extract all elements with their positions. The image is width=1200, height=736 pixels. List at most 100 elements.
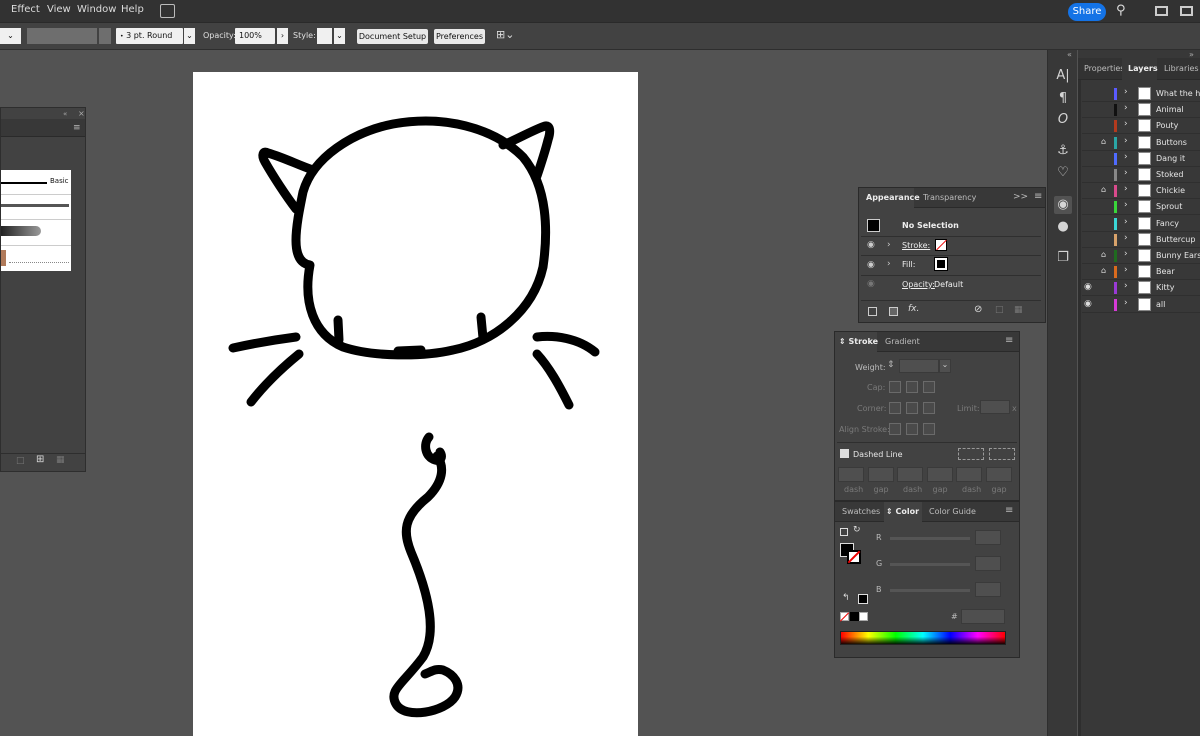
layer-expand-chevron-icon[interactable]: › [1124, 265, 1128, 275]
layer-expand-chevron-icon[interactable]: › [1124, 249, 1128, 259]
tab-gradient[interactable]: Gradient [885, 337, 920, 346]
tab-stroke[interactable]: ⇕ Stroke [839, 337, 878, 346]
black-quick-swatch[interactable] [850, 612, 859, 621]
expand-panels-icon[interactable]: « [1067, 50, 1072, 59]
layer-lock-icon[interactable]: ⌂ [1101, 250, 1106, 259]
delete-brush-icon[interactable]: ▦ [56, 455, 65, 465]
layer-row[interactable]: ⌂ › Buttons [1082, 135, 1200, 151]
tab-layers[interactable]: Layers [1128, 64, 1158, 73]
swap-colors-icon[interactable]: ↻ [853, 525, 861, 535]
layer-name[interactable]: Animal [1156, 105, 1184, 114]
stroke-color-box[interactable] [847, 550, 861, 564]
workspace-switcher-icon[interactable] [1155, 6, 1168, 16]
layer-name[interactable]: Pouty [1156, 121, 1178, 130]
stroke-color-dropdown[interactable]: ⌄ [0, 28, 21, 44]
white-quick-swatch[interactable] [859, 612, 868, 621]
layer-expand-chevron-icon[interactable]: › [1124, 298, 1128, 308]
layer-row[interactable]: › Animal [1082, 102, 1200, 118]
tab-color[interactable]: ⇕ Color [886, 507, 919, 516]
color-spectrum[interactable] [840, 631, 1006, 645]
layer-row[interactable]: ⌂ › Chickie [1082, 183, 1200, 199]
out-of-gamut-icon[interactable]: ↰ [842, 593, 850, 603]
layer-row[interactable]: › Dang it [1082, 151, 1200, 167]
layer-expand-chevron-icon[interactable]: › [1124, 152, 1128, 162]
artboard[interactable] [193, 72, 638, 736]
character-styles-icon[interactable]: ⚓ [1054, 142, 1072, 160]
opacity-field[interactable]: 100% [235, 28, 275, 44]
brush-pattern-stroke[interactable] [1, 250, 6, 266]
brush-definition-field[interactable]: • 3 pt. Round [116, 28, 183, 44]
red-input[interactable] [975, 530, 1001, 545]
layer-row[interactable]: › Fancy [1082, 216, 1200, 232]
add-effect-fx-icon[interactable]: fx. [908, 304, 919, 314]
panel-menu-icon[interactable]: ≡ [1005, 335, 1013, 346]
menu-window[interactable]: Window [77, 4, 116, 15]
stroke-visibility-eye-icon[interactable]: ◉ [867, 240, 875, 250]
projecting-cap-button[interactable] [923, 381, 935, 393]
layer-row[interactable]: › Buttercup [1082, 232, 1200, 248]
opacity-label[interactable]: Opacity: [203, 31, 236, 40]
panel-menu-icon[interactable]: ≡ [73, 123, 81, 133]
arrange-icon[interactable]: ⊞⌄ [496, 28, 514, 41]
layer-name[interactable]: all [1156, 300, 1165, 309]
kitty-drawing[interactable] [193, 72, 638, 736]
web-safe-swatch[interactable] [858, 594, 868, 604]
graphic-style-swatch[interactable] [317, 28, 332, 44]
brush-basic-stroke[interactable] [1, 182, 47, 184]
layer-name[interactable]: Stoked [1156, 170, 1183, 179]
align-inside-button[interactable] [906, 423, 918, 435]
gap-input[interactable] [985, 467, 1012, 482]
weight-input[interactable] [899, 359, 939, 373]
opacity-row-label[interactable]: Opacity: [902, 280, 935, 289]
layer-name[interactable]: Buttercup [1156, 235, 1195, 244]
miter-join-button[interactable] [889, 402, 901, 414]
brush-bristle-stroke[interactable] [1, 226, 41, 236]
variable-width-profile[interactable] [27, 28, 97, 44]
layer-row[interactable]: › Pouty [1082, 118, 1200, 134]
menu-help[interactable]: Help [121, 4, 144, 15]
brush-dotted-stroke[interactable] [9, 262, 69, 263]
paragraph-icon[interactable]: ¶ [1054, 90, 1072, 108]
opacity-chevron-icon[interactable]: › [277, 28, 288, 44]
layer-row[interactable]: ⌂ › Bear [1082, 264, 1200, 280]
blue-input[interactable] [975, 582, 1001, 597]
align-center-button[interactable] [889, 423, 901, 435]
panel-menu-icon[interactable]: ≡ [1005, 505, 1013, 516]
dash-input[interactable] [897, 467, 923, 482]
tab-libraries[interactable]: Libraries [1164, 64, 1199, 73]
layer-visibility-eye-icon[interactable]: ◉ [1084, 299, 1092, 309]
brush-library-icon[interactable]: □ [16, 456, 25, 466]
layer-lock-icon[interactable]: ⌂ [1101, 185, 1106, 194]
tab-appearance[interactable]: Appearance [866, 193, 920, 202]
layer-name[interactable]: What the heck [1156, 89, 1200, 98]
none-quick-swatch[interactable] [839, 612, 850, 622]
dashed-line-checkbox[interactable] [840, 449, 849, 458]
layer-row[interactable]: ◉ › all [1082, 297, 1200, 313]
layer-expand-chevron-icon[interactable]: › [1124, 168, 1128, 178]
layer-expand-chevron-icon[interactable]: › [1124, 200, 1128, 210]
layer-expand-chevron-icon[interactable]: › [1124, 184, 1128, 194]
arrange-documents-icon[interactable] [160, 4, 175, 18]
appearance-icon[interactable]: ◉ [1054, 196, 1072, 214]
green-input[interactable] [975, 556, 1001, 571]
gap-input[interactable] [867, 467, 894, 482]
layer-name[interactable]: Chickie [1156, 186, 1185, 195]
layer-row[interactable]: › Stoked [1082, 167, 1200, 183]
transparency-icon[interactable]: ● [1054, 218, 1072, 236]
new-brush-icon[interactable]: ⊞ [36, 454, 44, 465]
tab-swatches[interactable]: Swatches [842, 507, 880, 516]
weight-stepper-icon[interactable]: ⇕ [887, 360, 895, 370]
layer-row[interactable]: › Sprout [1082, 199, 1200, 215]
layer-expand-chevron-icon[interactable]: › [1124, 281, 1128, 291]
share-button[interactable]: Share [1068, 3, 1106, 21]
layer-name[interactable]: Dang it [1156, 154, 1185, 163]
fill-black-swatch[interactable] [934, 257, 948, 271]
layer-name[interactable]: Sprout [1156, 202, 1182, 211]
stroke-none-swatch[interactable] [935, 239, 947, 251]
layer-name[interactable]: Bear [1156, 267, 1175, 276]
layer-expand-chevron-icon[interactable]: › [1124, 119, 1128, 129]
hex-input[interactable] [961, 609, 1005, 624]
brush-dropdown[interactable]: ⌄ [184, 28, 195, 44]
clear-appearance-icon[interactable]: ⊘ [974, 304, 982, 315]
layer-name[interactable]: Fancy [1156, 219, 1179, 228]
